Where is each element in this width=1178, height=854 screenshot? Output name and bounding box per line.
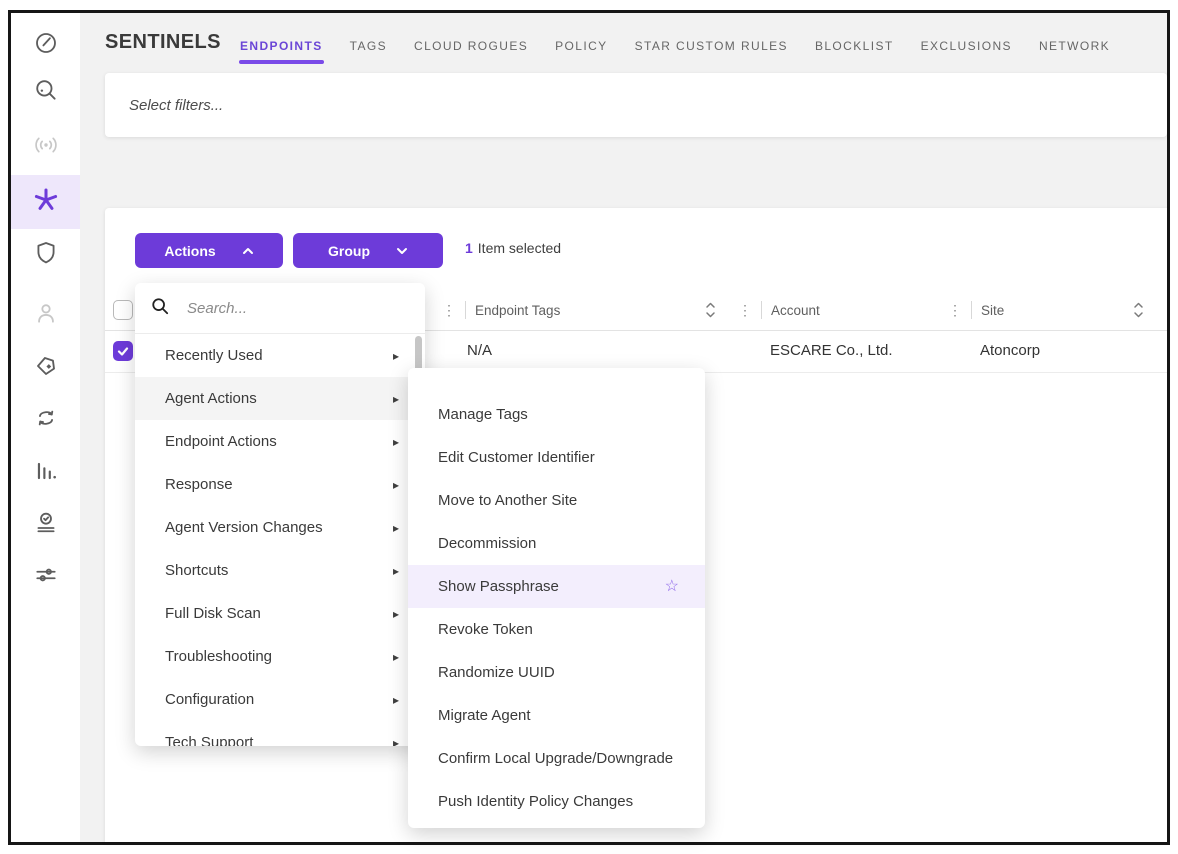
- tab-policy[interactable]: POLICY: [555, 39, 607, 64]
- tab-cloud-rogues[interactable]: CLOUD ROGUES: [414, 39, 528, 64]
- sidebar-item-sync[interactable]: [11, 406, 80, 434]
- submenu-arrow-icon: ▸: [393, 650, 399, 664]
- column-divider: [465, 301, 466, 319]
- dashboard-gauge-icon: [33, 30, 59, 61]
- cell-site: Atoncorp: [980, 330, 1040, 372]
- search-icon: [151, 297, 169, 320]
- menu-search-field[interactable]: Search...: [135, 283, 425, 334]
- filter-placeholder: Select filters...: [129, 97, 223, 114]
- sidebar-item-activity[interactable]: [11, 511, 80, 539]
- search-icon: [33, 77, 59, 108]
- sidebar-item-search[interactable]: [11, 78, 80, 106]
- submenu-item-migrate-agent[interactable]: Migrate Agent: [408, 694, 705, 737]
- sliders-icon: [33, 562, 59, 593]
- menu-item-recently-used[interactable]: Recently Used▸: [135, 334, 425, 377]
- select-all-checkbox[interactable]: [113, 300, 133, 320]
- submenu-item-randomize-uuid[interactable]: Randomize UUID: [408, 651, 705, 694]
- sidebar-item-tags[interactable]: [11, 354, 80, 382]
- main-content: SENTINELS ENDPOINTS TAGS CLOUD ROGUES PO…: [80, 13, 1167, 842]
- column-site: ⋮ Site: [948, 290, 1004, 330]
- chevron-up-icon: [242, 247, 254, 255]
- column-divider: [971, 301, 972, 319]
- actions-button[interactable]: Actions: [135, 233, 283, 268]
- menu-item-full-disk-scan[interactable]: Full Disk Scan▸: [135, 592, 425, 635]
- left-nav-sidebar: [11, 13, 80, 842]
- menu-item-troubleshooting[interactable]: Troubleshooting▸: [135, 635, 425, 678]
- check-icon: [116, 344, 130, 358]
- shield-icon: [33, 240, 59, 271]
- sort-icon-account[interactable]: [705, 301, 716, 324]
- menu-item-configuration[interactable]: Configuration▸: [135, 678, 425, 721]
- submenu-item-manage-tags[interactable]: Manage Tags: [408, 393, 705, 436]
- menu-item-agent-actions[interactable]: Agent Actions▸: [135, 377, 425, 420]
- submenu-item-move-to-another-site[interactable]: Move to Another Site: [408, 479, 705, 522]
- submenu-arrow-icon: ▸: [393, 478, 399, 492]
- app-frame: SENTINELS ENDPOINTS TAGS CLOUD ROGUES PO…: [8, 10, 1170, 845]
- group-button[interactable]: Group: [293, 233, 443, 268]
- tab-endpoints[interactable]: ENDPOINTS: [240, 39, 323, 64]
- submenu-item-push-identity-policy-changes[interactable]: Push Identity Policy Changes: [408, 780, 705, 823]
- submenu-arrow-icon: ▸: [393, 521, 399, 535]
- sidebar-item-broadcast[interactable]: [11, 133, 80, 161]
- menu-item-response[interactable]: Response▸: [135, 463, 425, 506]
- broadcast-icon: [32, 132, 60, 163]
- cell-endpoint-tags: N/A: [467, 330, 492, 372]
- submenu-arrow-icon: ▸: [393, 435, 399, 449]
- submenu-arrow-icon: ▸: [393, 392, 399, 406]
- module-tabs: ENDPOINTS TAGS CLOUD ROGUES POLICY STAR …: [240, 39, 1110, 64]
- submenu-item-confirm-local-upgrade-downgrade[interactable]: Confirm Local Upgrade/Downgrade: [408, 737, 705, 780]
- sidebar-item-policy-shield[interactable]: [11, 241, 80, 269]
- column-menu-icon[interactable]: ⋮: [442, 303, 456, 317]
- submenu-item-revoke-token[interactable]: Revoke Token: [408, 608, 705, 651]
- submenu-item-decommission[interactable]: Decommission: [408, 522, 705, 565]
- chevron-down-icon: [396, 247, 408, 255]
- tab-network[interactable]: NETWORK: [1039, 39, 1110, 64]
- menu-item-list: Recently Used▸ Agent Actions▸ Endpoint A…: [135, 334, 425, 746]
- menu-item-tech-support[interactable]: Tech Support▸: [135, 721, 425, 746]
- submenu-item-show-passphrase[interactable]: Show Passphrase☆: [408, 565, 705, 608]
- sidebar-item-users[interactable]: [11, 301, 80, 329]
- sidebar-item-dashboard[interactable]: [11, 31, 80, 59]
- activity-check-icon: [33, 510, 59, 541]
- sync-icon: [33, 405, 59, 436]
- filter-bar[interactable]: Select filters...: [105, 73, 1167, 137]
- submenu-arrow-icon: ▸: [393, 607, 399, 621]
- favorite-star-icon[interactable]: ☆: [665, 579, 679, 595]
- cell-account: ESCARE Co., Ltd.: [770, 330, 893, 372]
- submenu-item-edit-customer-identifier[interactable]: Edit Customer Identifier: [408, 436, 705, 479]
- menu-item-shortcuts[interactable]: Shortcuts▸: [135, 549, 425, 592]
- column-account: ⋮ Account: [738, 290, 820, 330]
- tab-star-custom-rules[interactable]: STAR CUSTOM RULES: [635, 39, 788, 64]
- user-icon: [33, 300, 59, 331]
- tab-blocklist[interactable]: BLOCKLIST: [815, 39, 894, 64]
- submenu-arrow-icon: ▸: [393, 736, 399, 747]
- menu-item-endpoint-actions[interactable]: Endpoint Actions▸: [135, 420, 425, 463]
- submenu-arrow-icon: ▸: [393, 349, 399, 363]
- selection-count: 1Item selected: [465, 240, 561, 256]
- column-endpoint-tags: ⋮ Endpoint Tags: [442, 290, 560, 330]
- sort-icon-site[interactable]: [1133, 301, 1144, 324]
- bar-chart-icon: [33, 458, 59, 489]
- column-menu-icon[interactable]: ⋮: [948, 303, 962, 317]
- row-checkbox-checked[interactable]: [113, 341, 133, 361]
- agent-actions-submenu: Manage Tags Edit Customer Identifier Mov…: [408, 368, 705, 828]
- sidebar-item-sentinels[interactable]: [11, 175, 80, 229]
- screenshot-stage: SENTINELS ENDPOINTS TAGS CLOUD ROGUES PO…: [0, 0, 1178, 854]
- actions-dropdown-menu: Search... Recently Used▸ Agent Actions▸ …: [135, 283, 425, 746]
- sentinels-logo-icon: [32, 186, 60, 219]
- page-title: SENTINELS: [105, 31, 221, 54]
- sidebar-item-settings[interactable]: [11, 563, 80, 591]
- submenu-arrow-icon: ▸: [393, 693, 399, 707]
- tag-diamond-icon: [33, 353, 59, 384]
- menu-search-placeholder: Search...: [187, 300, 247, 317]
- sidebar-item-reports[interactable]: [11, 459, 80, 487]
- tab-tags[interactable]: TAGS: [350, 39, 387, 64]
- column-divider: [761, 301, 762, 319]
- menu-item-agent-version-changes[interactable]: Agent Version Changes▸: [135, 506, 425, 549]
- column-menu-icon[interactable]: ⋮: [738, 303, 752, 317]
- tab-exclusions[interactable]: EXCLUSIONS: [921, 39, 1012, 64]
- submenu-arrow-icon: ▸: [393, 564, 399, 578]
